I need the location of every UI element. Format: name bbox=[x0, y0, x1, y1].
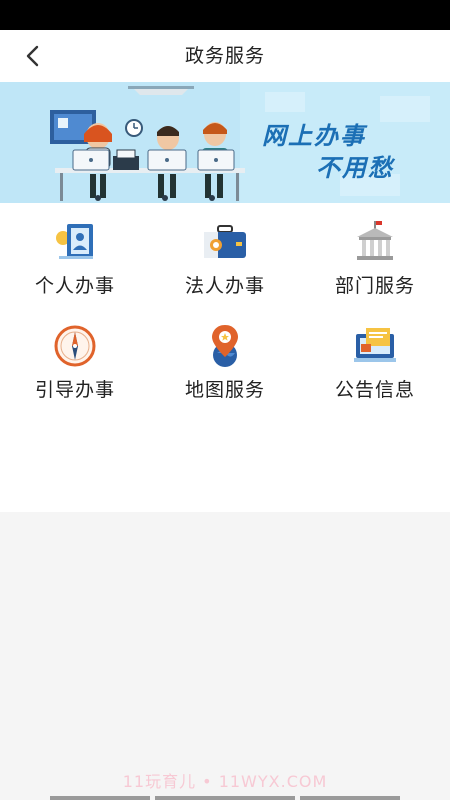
service-legal-person[interactable]: 法人办事 bbox=[150, 203, 300, 307]
compass-icon bbox=[52, 323, 98, 369]
service-map[interactable]: 地图服务 bbox=[150, 307, 300, 411]
service-notice[interactable]: 公告信息 bbox=[300, 307, 450, 411]
service-label: 部门服务 bbox=[334, 275, 415, 297]
service-guide[interactable]: 引导办事 bbox=[0, 307, 150, 411]
banner-slogan-line1: 网上办事 bbox=[262, 122, 366, 150]
service-label: 法人办事 bbox=[184, 275, 265, 297]
bottom-indicator bbox=[0, 796, 450, 800]
government-building-icon bbox=[352, 219, 398, 265]
service-label: 公告信息 bbox=[334, 379, 415, 401]
map-pin-icon bbox=[202, 323, 248, 369]
service-label: 引导办事 bbox=[34, 379, 115, 401]
banner[interactable]: 网上办事 不用愁 bbox=[0, 82, 450, 203]
notice-board-icon bbox=[352, 323, 398, 369]
service-grid: 个人办事 法人办事 部门服务 引导办事 地图服务 公告信息 bbox=[0, 203, 450, 512]
service-personal[interactable]: 个人办事 bbox=[0, 203, 150, 307]
briefcase-icon bbox=[202, 219, 248, 265]
nav-bar: 政务服务 bbox=[0, 30, 450, 82]
service-label: 地图服务 bbox=[184, 379, 265, 401]
office-illustration bbox=[0, 82, 450, 203]
watermark-text: 11玩育儿 • 11WYX.COM bbox=[122, 772, 328, 791]
person-card-icon bbox=[52, 219, 98, 265]
service-label: 个人办事 bbox=[34, 275, 115, 297]
content-empty-area bbox=[0, 512, 450, 800]
page-title: 政务服务 bbox=[184, 45, 265, 67]
service-department[interactable]: 部门服务 bbox=[300, 203, 450, 307]
status-bar bbox=[0, 0, 450, 30]
banner-slogan-line2: 不用愁 bbox=[316, 154, 394, 182]
